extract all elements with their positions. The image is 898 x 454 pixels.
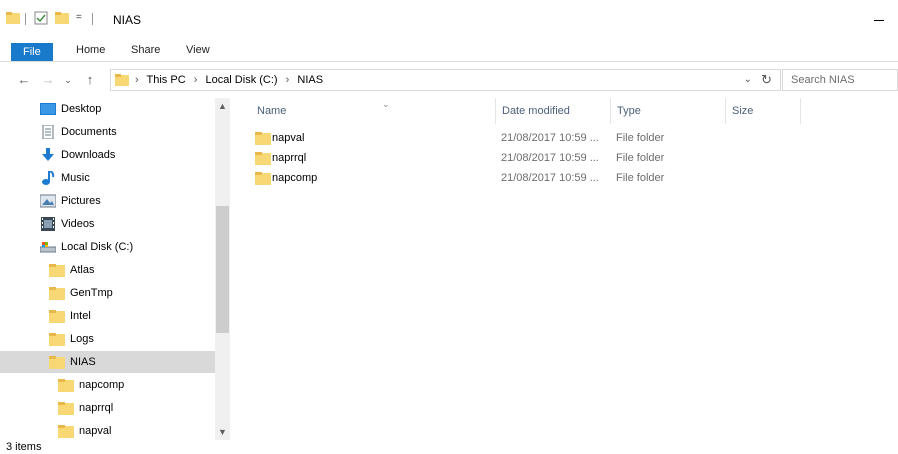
file-row-naprrql[interactable]: naprrql 21/08/2017 10:59 ... File folder <box>251 148 671 168</box>
new-folder-icon[interactable] <box>55 11 69 27</box>
column-header-name[interactable]: Name ⌄ <box>251 98 496 124</box>
divider <box>25 13 26 25</box>
column-header-date[interactable]: Date modified <box>496 98 611 124</box>
breadcrumb-separator: › <box>135 74 139 86</box>
navigation-pane-scrollbar[interactable]: ▲ ▼ <box>215 98 230 440</box>
file-list-pane: Name ⌄ Date modified Type Size napval 21… <box>231 98 898 440</box>
folder-icon <box>255 151 271 165</box>
back-arrow-icon[interactable]: ← <box>16 72 32 88</box>
folder-icon <box>255 131 271 145</box>
scroll-down-icon[interactable]: ▼ <box>215 424 230 440</box>
tree-item-music[interactable]: Music <box>0 167 215 189</box>
up-arrow-icon[interactable]: ↑ <box>82 72 98 88</box>
search-box[interactable] <box>782 69 898 91</box>
ribbon-tabs: File Home Share View <box>0 38 898 62</box>
tree-item-logs[interactable]: Logs <box>0 328 215 350</box>
folder-icon <box>255 171 271 185</box>
documents-icon <box>40 124 56 140</box>
tree-item-gentmp[interactable]: GenTmp <box>0 282 215 304</box>
breadcrumb-separator: › <box>193 74 198 86</box>
breadcrumb-nias[interactable]: NIAS <box>297 74 323 86</box>
tab-view[interactable]: View <box>176 40 220 62</box>
tree-item-documents[interactable]: Documents <box>0 121 215 143</box>
column-header-type[interactable]: Type <box>611 98 726 124</box>
file-row-napval[interactable]: napval 21/08/2017 10:59 ... File folder <box>251 128 671 148</box>
folder-icon <box>49 286 65 300</box>
window-title: NIAS <box>113 13 142 27</box>
tree-item-naprrql[interactable]: naprrql <box>0 397 215 419</box>
divider <box>92 13 93 25</box>
tree-item-downloads[interactable]: Downloads <box>0 144 215 166</box>
chevron-down-icon[interactable]: ⌄ <box>744 74 752 85</box>
properties-icon[interactable] <box>34 11 48 27</box>
folder-icon <box>49 332 65 346</box>
refresh-icon[interactable]: ↻ <box>761 72 772 88</box>
tree-item-napval[interactable]: napval <box>0 420 215 442</box>
address-bar[interactable]: › This PC › Local Disk (C:) › NIAS ⌄ ↻ <box>110 69 781 91</box>
tree-item-desktop[interactable]: Desktop <box>0 98 215 120</box>
title-bar: = NIAS <box>0 0 898 38</box>
sort-chevron-icon: ⌄ <box>382 99 390 109</box>
music-icon <box>40 170 56 185</box>
folder-icon <box>58 424 74 438</box>
column-header-size[interactable]: Size <box>726 98 801 124</box>
folder-icon <box>49 309 65 323</box>
tree-item-videos[interactable]: Videos <box>0 213 215 235</box>
scrollbar-thumb[interactable] <box>216 206 229 333</box>
tab-home[interactable]: Home <box>66 40 115 62</box>
downloads-icon <box>40 148 56 162</box>
file-date: 21/08/2017 10:59 ... <box>501 172 599 184</box>
breadcrumb: › This PC › Local Disk (C:) › NIAS <box>135 74 328 86</box>
folder-icon <box>49 263 65 277</box>
item-count: 3 items <box>6 441 42 453</box>
file-date: 21/08/2017 10:59 ... <box>501 132 599 144</box>
tab-file[interactable]: File <box>11 43 53 61</box>
videos-icon <box>40 217 56 231</box>
scroll-up-icon[interactable]: ▲ <box>215 98 230 114</box>
navigation-row: ← → ⌄ ↑ › This PC › Local Disk (C:) › NI… <box>0 62 898 98</box>
drive-icon <box>39 240 57 254</box>
breadcrumb-local-disk[interactable]: Local Disk (C:) <box>205 74 277 86</box>
tree-item-atlas[interactable]: Atlas <box>0 259 215 281</box>
status-bar: 3 items <box>0 440 898 454</box>
file-type: File folder <box>616 132 665 144</box>
folder-icon <box>58 401 74 415</box>
tab-share[interactable]: Share <box>121 40 170 62</box>
tree-item-local-disk[interactable]: Local Disk (C:) <box>0 236 215 258</box>
breadcrumb-this-pc[interactable]: This PC <box>147 74 186 86</box>
file-date: 21/08/2017 10:59 ... <box>501 152 599 164</box>
tree-item-napcomp[interactable]: napcomp <box>0 374 215 396</box>
customize-toolbar-icon[interactable]: = <box>76 12 82 28</box>
folder-icon <box>6 11 20 27</box>
tree-item-intel[interactable]: Intel <box>0 305 215 327</box>
pictures-icon <box>39 194 57 208</box>
file-name: naprrql <box>272 152 307 164</box>
folder-icon <box>58 378 74 392</box>
desktop-icon <box>40 102 56 116</box>
tree-item-pictures[interactable]: Pictures <box>0 190 215 212</box>
file-name: napcomp <box>272 172 318 184</box>
file-type: File folder <box>616 152 665 164</box>
navigation-pane: Desktop Documents Downloads Music Pictur… <box>0 98 230 440</box>
folder-icon <box>115 73 129 87</box>
breadcrumb-separator: › <box>285 74 290 86</box>
folder-icon <box>49 355 65 369</box>
file-row-napcomp[interactable]: napcomp 21/08/2017 10:59 ... File folder <box>251 168 671 188</box>
file-name: napval <box>272 132 305 144</box>
file-type: File folder <box>616 172 665 184</box>
minimize-button[interactable] <box>860 8 898 30</box>
recent-locations-chevron-icon[interactable]: ⌄ <box>60 72 76 88</box>
search-input[interactable] <box>783 70 897 90</box>
forward-arrow-icon[interactable]: → <box>40 72 56 88</box>
tree-item-nias[interactable]: NIAS <box>0 351 215 373</box>
